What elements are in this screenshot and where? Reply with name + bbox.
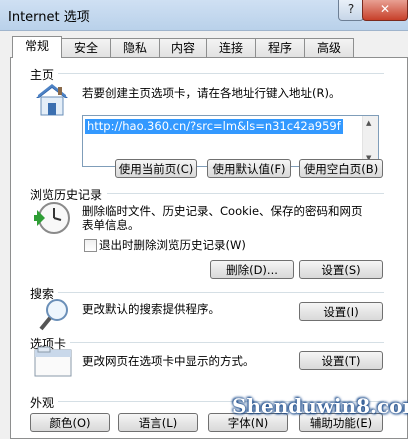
appearance-label: 外观 (30, 396, 55, 410)
delete-on-exit-label[interactable]: 退出时删除浏览历史记录(W) (99, 238, 246, 252)
search-settings-button[interactable]: 设置(I) (299, 302, 383, 321)
tab-security[interactable]: 安全 (61, 38, 111, 57)
languages-button[interactable]: 语言(L) (118, 413, 198, 432)
window-title: Internet 选项 (8, 10, 90, 25)
delete-on-exit-checkbox[interactable] (84, 239, 97, 252)
tab-advanced[interactable]: 高级 (304, 38, 354, 57)
use-current-button[interactable]: 使用当前页(C) (115, 159, 197, 178)
history-settings-button[interactable]: 设置(S) (299, 260, 383, 279)
homepage-divider (58, 73, 384, 74)
history-clock-icon (34, 200, 72, 239)
homepage-description: 若要创建主页选项卡，请在各地址行键入地址(R)。 (82, 86, 341, 100)
history-description-line2: 表单信息。 (82, 218, 140, 232)
use-default-button[interactable]: 使用默认值(F) (207, 159, 291, 178)
tab-connections[interactable]: 连接 (206, 38, 256, 57)
search-magnifier-icon (38, 297, 70, 336)
tab-privacy[interactable]: 隐私 (110, 38, 160, 57)
tab-general[interactable]: 常规 (12, 36, 62, 58)
tab-strip: 常规 安全 隐私 内容 连接 程序 高级 (0, 36, 408, 58)
title-bar: Internet 选项 ? ✕ (0, 0, 408, 31)
watermark-text: Shenduwin8.com (232, 394, 408, 418)
tabs-settings-button[interactable]: 设置(T) (299, 351, 383, 370)
close-button[interactable]: ✕ (362, 0, 408, 21)
tabs-section-divider (70, 342, 384, 343)
search-divider (58, 292, 384, 293)
help-button[interactable]: ? (338, 0, 364, 21)
tabs-section-description: 更改网页在选项卡中显示的方式。 (82, 354, 255, 368)
tabs-window-icon (34, 346, 72, 381)
tab-programs[interactable]: 程序 (255, 38, 305, 57)
history-description-line1: 删除临时文件、历史记录、Cookie、保存的密码和网页 (82, 204, 363, 218)
homepage-label: 主页 (30, 68, 55, 82)
history-divider (107, 193, 384, 194)
homepage-url-value[interactable]: http://hao.360.cn/?src=lm&ls=n31c42a959f (85, 119, 343, 134)
tab-content[interactable]: 内容 (159, 38, 207, 57)
search-description: 更改默认的搜索提供程序。 (82, 302, 220, 316)
home-icon (32, 82, 72, 121)
colors-button[interactable]: 颜色(O) (30, 413, 110, 432)
scroll-up-icon[interactable]: ▲ (366, 119, 371, 127)
delete-history-button[interactable]: 删除(D)... (210, 260, 294, 279)
use-blank-button[interactable]: 使用空白页(B) (299, 159, 383, 178)
